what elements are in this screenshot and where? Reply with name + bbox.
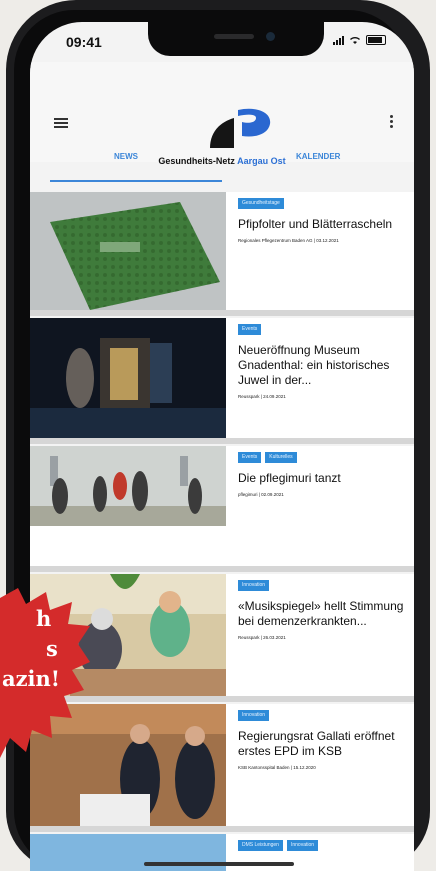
category-tag[interactable]: DMS Leistungen: [238, 840, 283, 851]
news-card[interactable]: Gesundheitstage Pfipfolter und Blätterra…: [30, 192, 414, 316]
article-image: [30, 446, 226, 566]
category-tag[interactable]: Gesundheitstage: [238, 198, 284, 209]
article-meta: Reusspark | 26.03.2021: [238, 635, 286, 640]
category-tag[interactable]: Events: [238, 452, 262, 463]
wifi-icon: [350, 36, 360, 44]
hamburger-menu-icon[interactable]: [54, 118, 68, 128]
battery-icon: [366, 35, 386, 45]
article-meta: KSB Kantonsspital Baden | 15.12.2020: [238, 765, 316, 770]
home-indicator[interactable]: [144, 862, 294, 866]
article-meta: Reusspark | 24.09.2021: [238, 394, 286, 399]
article-title[interactable]: Neueröffnung Museum Gnadenthal: ein hist…: [238, 343, 408, 388]
article-meta: Regionales Pflegezentrum Baden AG | 03.1…: [238, 238, 339, 243]
news-card[interactable]: Events Neueröffnung Museum Gnadenthal: e…: [30, 318, 414, 444]
article-title[interactable]: Pfipfolter und Blätterrascheln: [238, 217, 408, 232]
category-tag[interactable]: Kulturelles: [265, 452, 297, 463]
speaker-grille: [214, 34, 254, 39]
tab-bar: NEWS KALENDER: [30, 142, 414, 186]
article-image: [30, 192, 226, 310]
article-title[interactable]: Regierungsrat Gallati eröffnet erstes EP…: [238, 729, 408, 759]
camera-notch: [148, 22, 324, 56]
article-title[interactable]: «Musikspiegel» hellt Stimmung bei demenz…: [238, 599, 408, 629]
active-tab-indicator: [50, 180, 222, 182]
promo-text: h s azin!: [2, 606, 60, 691]
article-title[interactable]: Die pflegimuri tanzt: [238, 471, 408, 486]
front-camera-icon: [266, 32, 275, 41]
category-tag[interactable]: Innovation: [238, 580, 270, 591]
article-meta: pflegimuri | 02.09.2021: [238, 492, 284, 497]
news-card[interactable]: Events Kulturelles Die pflegimuri tanzt …: [30, 446, 414, 572]
category-tag[interactable]: Events: [238, 324, 262, 335]
status-icons: [333, 35, 386, 45]
tab-kalender[interactable]: KALENDER: [296, 152, 340, 161]
status-time: 09:41: [66, 34, 102, 50]
category-tag[interactable]: Innovation: [286, 840, 319, 851]
signal-icon: [333, 35, 344, 45]
tab-news[interactable]: NEWS: [114, 152, 138, 161]
article-image: [30, 318, 226, 438]
category-tag[interactable]: Innovation: [238, 710, 270, 721]
kebab-menu-icon[interactable]: [390, 115, 394, 130]
